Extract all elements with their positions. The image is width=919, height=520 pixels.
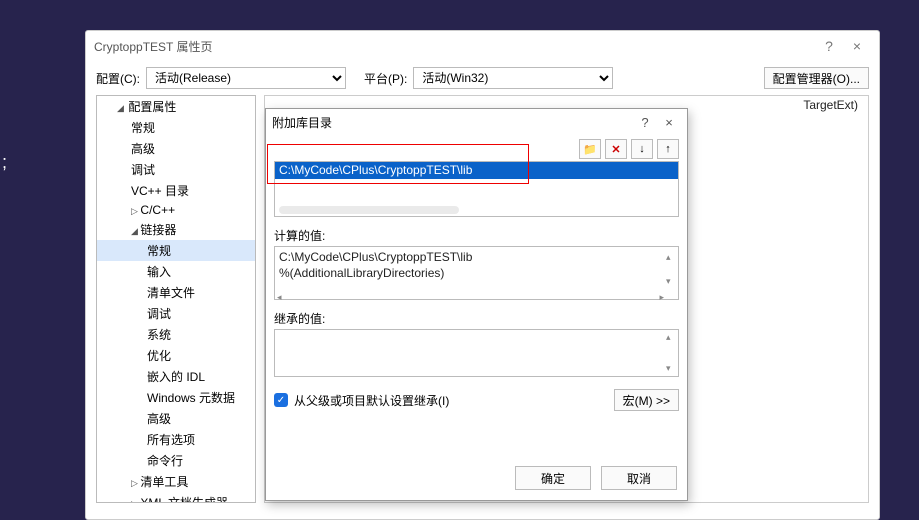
popup-close-button[interactable]: × (657, 115, 681, 130)
popup-help-button[interactable]: ? (633, 115, 657, 130)
computed-label: 计算的值: (274, 227, 679, 244)
close-button[interactable]: × (843, 38, 871, 54)
tree-node-xmldoc[interactable]: XML 文档生成器 (97, 492, 255, 503)
inherit-checkbox-label: 从父级或项目默认设置继承(I) (294, 392, 449, 409)
tree-node-linker[interactable]: 链接器 (97, 219, 255, 240)
move-up-icon[interactable]: ↑ (657, 139, 679, 159)
inherited-label: 继承的值: (274, 310, 679, 327)
tree-item-linker-system[interactable]: 系统 (97, 324, 255, 345)
configuration-row: 配置(C): 活动(Release) 平台(P): 活动(Win32) 配置管理… (86, 61, 879, 95)
computed-line: C:\MyCode\CPlus\CryptoppTEST\lib (279, 249, 674, 265)
platform-label: 平台(P): (364, 70, 407, 87)
tree-item-general[interactable]: 常规 (97, 117, 255, 138)
additional-library-dirs-dialog: 附加库目录 ? × 📁 ✕ ↓ ↑ C:\MyCode\CPlus\Crypto… (265, 108, 688, 501)
help-button[interactable]: ? (815, 38, 843, 54)
tree-item-linker-advanced[interactable]: 高级 (97, 408, 255, 429)
tree-item-linker-optimize[interactable]: 优化 (97, 345, 255, 366)
platform-select[interactable]: 活动(Win32) (413, 67, 613, 89)
tree-item-debug[interactable]: 调试 (97, 159, 255, 180)
vertical-scrollbar[interactable]: ▴▾ (666, 249, 676, 289)
targetext-text: TargetExt) (803, 98, 858, 112)
tree-item-linker-idl[interactable]: 嵌入的 IDL (97, 366, 255, 387)
directory-entry[interactable]: C:\MyCode\CPlus\CryptoppTEST\lib (275, 162, 678, 179)
horizontal-scrollbar[interactable]: ◂▸ (277, 289, 664, 297)
inherit-checkbox[interactable]: ✓ (274, 393, 288, 407)
computed-values-box: C:\MyCode\CPlus\CryptoppTEST\lib %(Addit… (274, 246, 679, 300)
tree-node-cpp[interactable]: C/C++ (97, 201, 255, 219)
horizontal-scrollbar[interactable] (279, 206, 459, 214)
config-label: 配置(C): (96, 70, 140, 87)
vertical-scrollbar[interactable]: ▴▾ (666, 332, 676, 374)
directories-listbox[interactable]: C:\MyCode\CPlus\CryptoppTEST\lib (274, 161, 679, 217)
macros-button[interactable]: 宏(M) >> (614, 389, 679, 411)
tree-item-linker-input[interactable]: 输入 (97, 261, 255, 282)
tree-item-linker-cmdline[interactable]: 命令行 (97, 450, 255, 471)
configuration-select[interactable]: 活动(Release) (146, 67, 346, 89)
ok-button[interactable]: 确定 (515, 466, 591, 490)
tree-node-manifest-tool[interactable]: 清单工具 (97, 471, 255, 492)
configuration-manager-button[interactable]: 配置管理器(O)... (764, 67, 869, 89)
tree-root[interactable]: 配置属性 (97, 96, 255, 117)
tree-item-vcdirs[interactable]: VC++ 目录 (97, 180, 255, 201)
tree-item-advanced[interactable]: 高级 (97, 138, 255, 159)
tree-item-linker-manifest[interactable]: 清单文件 (97, 282, 255, 303)
window-title: CryptoppTEST 属性页 (94, 38, 212, 55)
popup-title: 附加库目录 (272, 114, 332, 131)
cancel-button[interactable]: 取消 (601, 466, 677, 490)
move-down-icon[interactable]: ↓ (631, 139, 653, 159)
tree-item-linker-allopts[interactable]: 所有选项 (97, 429, 255, 450)
delete-icon[interactable]: ✕ (605, 139, 627, 159)
titlebar: CryptoppTEST 属性页 ? × (86, 31, 879, 61)
new-folder-icon[interactable]: 📁 (579, 139, 601, 159)
background-stub: ; (2, 152, 7, 173)
tree-item-linker-debug[interactable]: 调试 (97, 303, 255, 324)
property-tree[interactable]: 配置属性 常规 高级 调试 VC++ 目录 C/C++ 链接器 常规 输入 清单… (96, 95, 256, 503)
computed-line: %(AdditionalLibraryDirectories) (279, 265, 674, 281)
popup-toolbar: 📁 ✕ ↓ ↑ (266, 135, 687, 161)
tree-item-linker-winmd[interactable]: Windows 元数据 (97, 387, 255, 408)
tree-item-linker-general[interactable]: 常规 (97, 240, 255, 261)
popup-titlebar: 附加库目录 ? × (266, 109, 687, 135)
inherited-values-box: ▴▾ (274, 329, 679, 377)
